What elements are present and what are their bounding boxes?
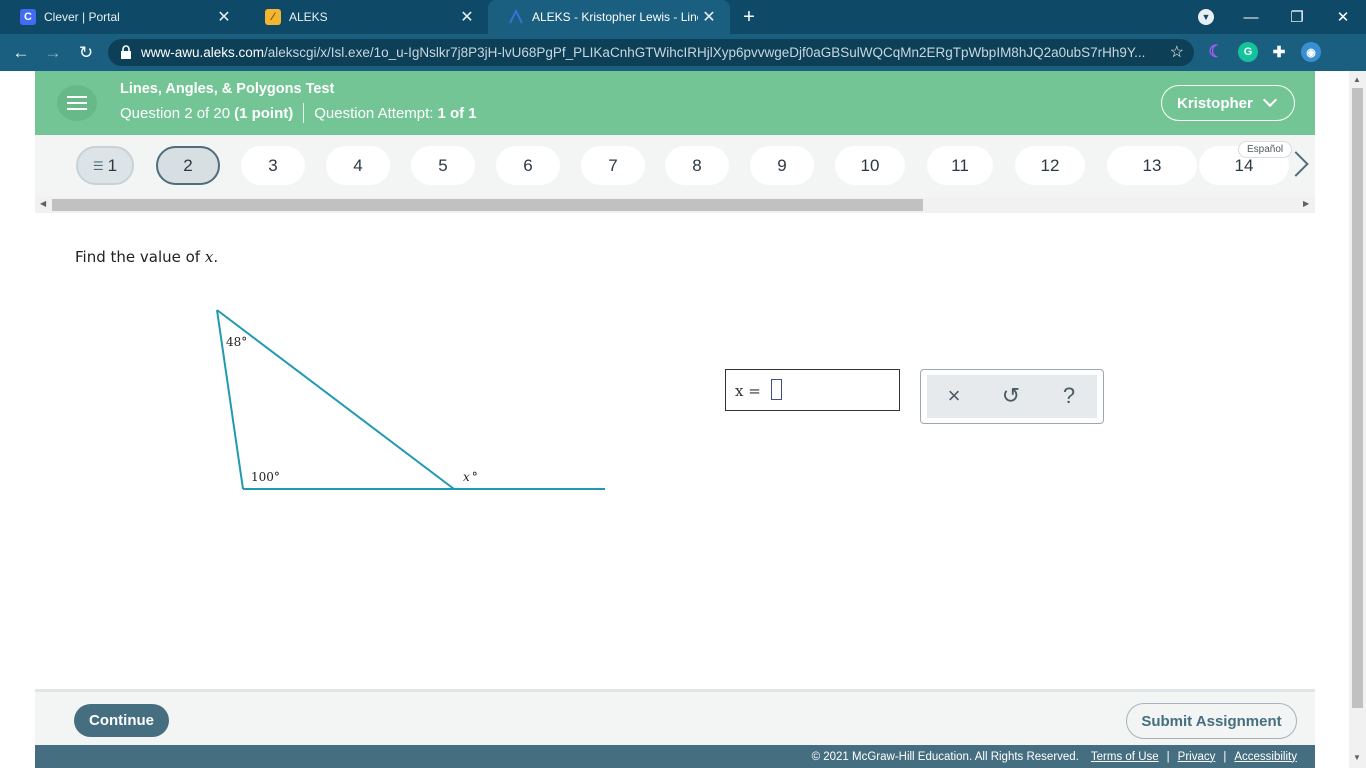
back-arrow-icon[interactable]: ← [8, 40, 34, 66]
scroll-left-icon[interactable]: ◀ [40, 199, 46, 208]
triangle-figure: 48° 100° x ° [216, 309, 605, 490]
page-footer: Continue Submit Assignment [35, 689, 1315, 745]
url-text: www-awu.aleks.com/alekscgi/x/Isl.exe/1o_… [141, 45, 1146, 60]
problem-prompt: Find the value of x. [75, 248, 219, 266]
user-menu-button[interactable]: Kristopher [1161, 85, 1295, 121]
copyright-text: © 2021 McGraw-Hill Education. All Rights… [811, 750, 1079, 763]
clear-icon[interactable]: × [934, 381, 974, 411]
question-points: (1 point) [234, 104, 294, 122]
submit-assignment-button[interactable]: Submit Assignment [1126, 703, 1297, 739]
reload-icon[interactable]: ↻ [73, 40, 99, 66]
close-tab-icon[interactable]: ✕ [698, 7, 720, 27]
address-bar[interactable]: www-awu.aleks.com/alekscgi/x/Isl.exe/1o_… [108, 39, 1194, 66]
aleks-page: Lines, Angles, & Polygons Test Question … [35, 71, 1315, 768]
chevron-down-icon [1262, 92, 1277, 108]
close-tab-icon[interactable]: ✕ [456, 7, 478, 27]
minimize-icon[interactable]: — [1228, 0, 1274, 34]
bookmark-star-icon[interactable]: ☆ [1170, 42, 1184, 62]
clever-icon: C [20, 9, 36, 25]
tab-aleks-test[interactable]: ALEKS - Kristopher Lewis - Lines, ✕ [488, 0, 730, 34]
browser-tab-strip: C Clever | Portal ✕ ⁄ ALEKS ✕ ALEKS - Kr… [0, 0, 1366, 34]
question-pill-1[interactable]: ☰ 1 [76, 146, 134, 185]
aleks-logo-icon: ⁄ [265, 9, 281, 25]
question-pill-4[interactable]: 4 [326, 146, 390, 185]
vertical-scrollbar[interactable]: ▲ ▼ [1349, 71, 1366, 768]
question-pill-13[interactable]: 13 [1107, 146, 1197, 185]
scroll-right-icon[interactable]: ▶ [1303, 199, 1309, 208]
divider: | [1223, 750, 1227, 763]
question-pill-3[interactable]: 3 [241, 146, 305, 185]
menu-icon[interactable] [57, 85, 97, 121]
angle-top-label: 48° [226, 335, 247, 349]
espanol-link[interactable]: Español [1238, 141, 1293, 158]
tab-title: Clever | Portal [44, 10, 120, 24]
horizontal-scrollbar[interactable]: ◀ ▶ [35, 197, 1315, 213]
new-tab-button[interactable]: + [738, 6, 760, 28]
undo-icon[interactable]: ↺ [991, 381, 1031, 411]
answered-lines-icon: ☰ [92, 158, 104, 173]
answer-input[interactable] [771, 379, 782, 400]
page-left-margin [0, 71, 35, 768]
puzzle-extensions-icon[interactable]: ✚ [1269, 42, 1289, 62]
accessibility-link[interactable]: Accessibility [1234, 751, 1297, 763]
answer-tools: × ↺ ? [920, 369, 1104, 424]
question-pill-6[interactable]: 6 [496, 146, 560, 185]
tab-search-icon[interactable]: ▼ [1198, 9, 1214, 25]
profile-avatar[interactable]: ◉ [1301, 42, 1321, 62]
scrollbar-thumb[interactable] [52, 199, 923, 211]
question-counter: Question 2 of 20 [120, 104, 231, 122]
question-pill-11[interactable]: 11 [927, 146, 993, 185]
legal-bar: © 2021 McGraw-Hill Education. All Rights… [35, 745, 1315, 768]
question-pill-7[interactable]: 7 [581, 146, 645, 185]
question-pill-2[interactable]: 2 [156, 146, 220, 185]
moon-extension-icon[interactable]: ☾ [1206, 42, 1226, 62]
lock-icon [121, 45, 131, 59]
question-pill-5[interactable]: 5 [411, 146, 475, 185]
question-pill-10[interactable]: 10 [835, 146, 905, 185]
close-window-icon[interactable]: ✕ [1320, 0, 1366, 34]
continue-button[interactable]: Continue [74, 704, 169, 737]
answer-label: x = [735, 382, 761, 400]
terms-of-use-link[interactable]: Terms of Use [1091, 751, 1159, 763]
divider: | [1166, 750, 1170, 763]
scrollbar-thumb[interactable] [1352, 88, 1363, 708]
tab-title: ALEKS [289, 10, 328, 24]
grammarly-icon[interactable]: G [1238, 42, 1258, 62]
help-icon[interactable]: ? [1049, 381, 1089, 411]
privacy-link[interactable]: Privacy [1178, 751, 1216, 763]
browser-toolbar: ← → ↻ www-awu.aleks.com/alekscgi/x/Isl.e… [0, 34, 1366, 71]
angle-bottom-left-label: 100° [251, 470, 280, 484]
divider [303, 103, 305, 123]
tools-tray: × ↺ ? [927, 375, 1097, 418]
forward-arrow-icon[interactable]: → [40, 40, 66, 66]
exterior-angle-label: x ° [463, 470, 478, 484]
triangle-hypotenuse [216, 309, 455, 490]
tab-aleks[interactable]: ⁄ ALEKS ✕ [245, 0, 488, 34]
tab-title: ALEKS - Kristopher Lewis - Lines, [532, 10, 698, 24]
restore-icon[interactable]: ❐ [1274, 0, 1320, 34]
attempt-label: Question Attempt: [314, 104, 434, 122]
question-info: Question 2 of 20 (1 point) Question Atte… [120, 103, 477, 123]
page-right-margin [1315, 71, 1349, 768]
user-name: Kristopher [1177, 94, 1253, 112]
close-tab-icon[interactable]: ✕ [213, 7, 235, 27]
tab-clever[interactable]: C Clever | Portal ✕ [0, 0, 245, 34]
question-pill-12[interactable]: 12 [1015, 146, 1085, 185]
answer-box: x = [725, 369, 900, 411]
triangle-lines [216, 309, 605, 490]
test-title: Lines, Angles, & Polygons Test [120, 81, 335, 97]
question-pill-9[interactable]: 9 [750, 146, 814, 185]
test-header: Lines, Angles, & Polygons Test Question … [35, 71, 1315, 135]
aleks-a-icon [508, 9, 524, 25]
attempt-value: 1 of 1 [437, 104, 477, 122]
question-pill-8[interactable]: 8 [665, 146, 729, 185]
